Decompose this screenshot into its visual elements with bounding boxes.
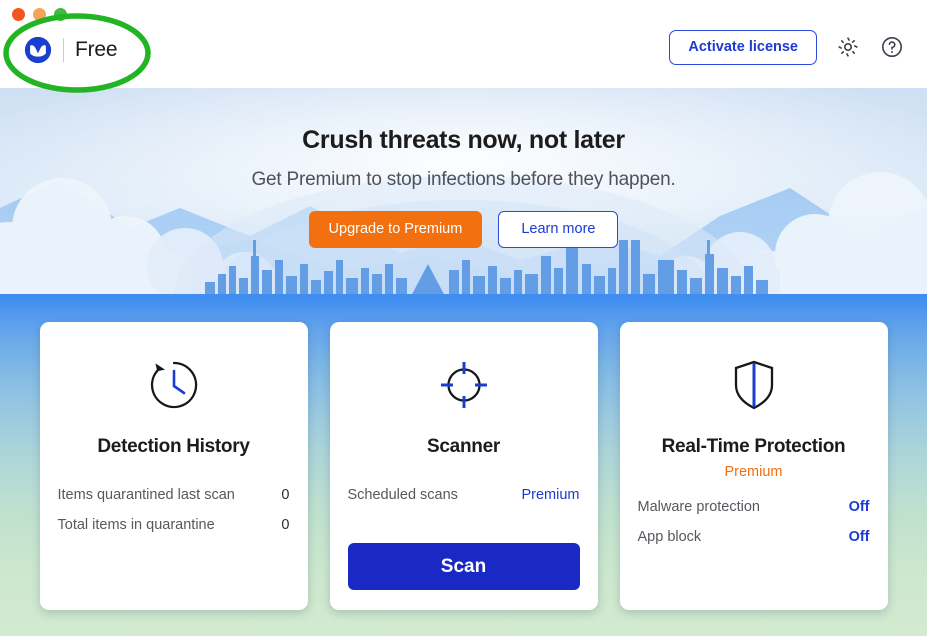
detection-history-card[interactable]: Detection History Items quarantined last… (39, 322, 308, 610)
table-row: Total items in quarantine 0 (58, 510, 290, 540)
row-value: 0 (281, 517, 290, 533)
malwarebytes-logo-icon (24, 36, 52, 64)
gear-icon[interactable] (835, 34, 861, 60)
window-controls (12, 8, 67, 21)
card-rows: Scheduled scans Premium (348, 480, 580, 510)
card-title: Scanner (427, 436, 500, 457)
close-window-button[interactable] (12, 8, 25, 21)
title-bar: Free Activate license (0, 0, 927, 88)
card-title: Real-Time Protection (661, 436, 846, 457)
header-actions: Activate license (669, 30, 905, 65)
hero-actions: Upgrade to Premium Learn more (0, 211, 927, 248)
maximize-window-button[interactable] (54, 8, 67, 21)
hero-subtitle: Get Premium to stop infections before th… (251, 169, 676, 190)
table-row: App block Off (638, 522, 870, 552)
row-label: Malware protection (637, 499, 761, 515)
upgrade-to-premium-button[interactable]: Upgrade to Premium (308, 211, 483, 248)
table-row: Items quarantined last scan 0 (58, 480, 290, 510)
card-title: Detection History (97, 436, 250, 457)
row-label: App block (637, 529, 702, 545)
scanner-card[interactable]: Scanner Scheduled scans Premium Scan (329, 322, 598, 610)
row-value: 0 (281, 487, 290, 503)
shield-icon (726, 354, 782, 416)
real-time-protection-card[interactable]: Real-Time Protection Premium Malware pro… (619, 322, 888, 610)
row-value-premium-link[interactable]: Premium (521, 487, 579, 503)
learn-more-button[interactable]: Learn more (498, 211, 619, 248)
scan-button[interactable]: Scan (347, 543, 580, 590)
card-rows: Items quarantined last scan 0 Total item… (58, 480, 290, 540)
help-icon[interactable] (879, 34, 905, 60)
row-label: Total items in quarantine (57, 517, 215, 533)
card-footer: Scan (347, 543, 580, 590)
promo-hero: Crush threats now, not later Get Premium… (0, 88, 927, 298)
status-badge[interactable]: Off (849, 529, 870, 545)
status-badge[interactable]: Off (849, 499, 870, 515)
brand: Free (24, 36, 118, 64)
activate-license-button[interactable]: Activate license (669, 30, 817, 65)
row-label: Scheduled scans (347, 487, 458, 503)
dashboard-cards: Detection History Items quarantined last… (0, 322, 927, 610)
minimize-window-button[interactable] (33, 8, 46, 21)
table-row: Scheduled scans Premium (348, 480, 580, 510)
brand-divider (63, 38, 64, 62)
table-row: Malware protection Off (638, 492, 870, 522)
row-label: Items quarantined last scan (57, 487, 235, 503)
premium-badge: Premium (724, 464, 783, 480)
crosshair-scanner-icon (436, 354, 492, 416)
malwarebytes-window: Free Activate license Crush threats now,… (0, 0, 927, 636)
card-rows: Malware protection Off App block Off (638, 492, 870, 552)
hero-title: Crush threats now, not later (302, 126, 625, 154)
edition-label: Free (75, 38, 118, 61)
clock-history-icon (146, 354, 202, 416)
